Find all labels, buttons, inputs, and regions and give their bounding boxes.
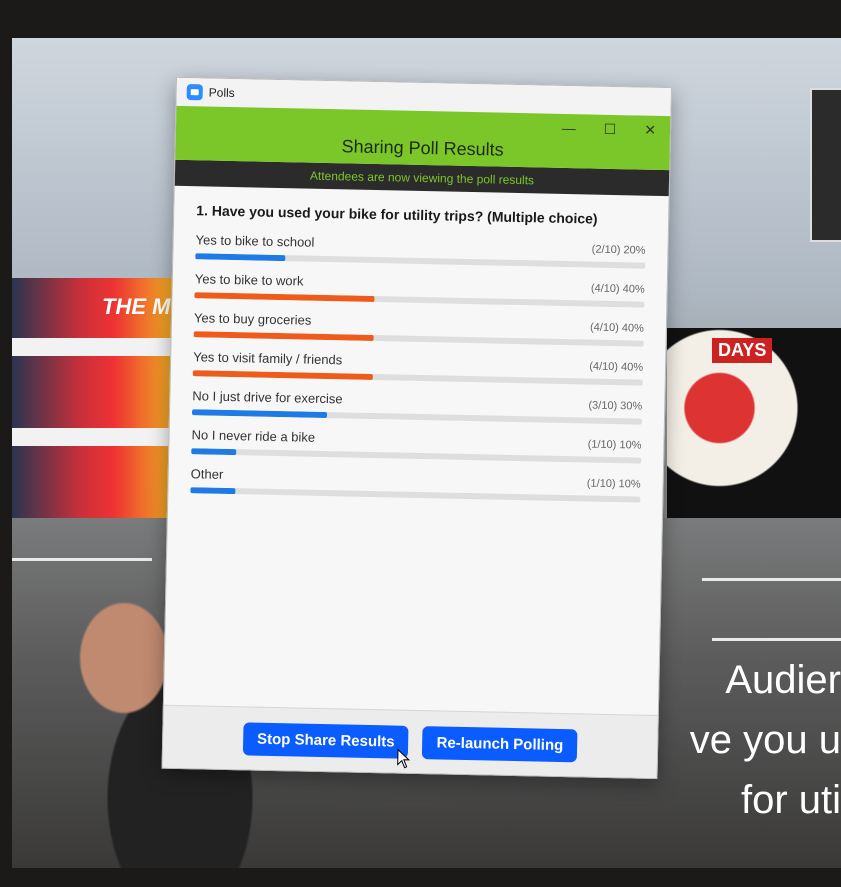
result-bar-fill xyxy=(192,370,373,380)
background-badge xyxy=(810,88,841,242)
option-result: (3/10) 30% xyxy=(588,399,643,413)
option-label: Yes to visit family / friends xyxy=(193,349,343,368)
option-result: (4/10) 40% xyxy=(590,282,645,296)
poll-options: Yes to bike to school (2/10) 20% Yes to … xyxy=(168,232,667,503)
maximize-icon[interactable]: ☐ xyxy=(604,121,617,138)
poll-option: Yes to visit family / friends (4/10) 40% xyxy=(192,349,644,386)
poll-header: — ☐ ✕ Sharing Poll Results xyxy=(175,105,671,171)
side-caption-line-2: ve you u xyxy=(689,718,841,762)
poll-option: Yes to buy groceries (4/10) 40% xyxy=(193,310,645,347)
result-bar xyxy=(191,409,642,425)
relaunch-polling-button[interactable]: Re-launch Polling xyxy=(422,725,578,762)
zoom-app-icon xyxy=(186,84,203,101)
side-caption-line-1: Audier xyxy=(725,658,841,702)
result-bar xyxy=(190,487,641,503)
days-sign: DAYS xyxy=(712,338,773,363)
result-bar xyxy=(192,370,643,386)
option-result: (4/10) 40% xyxy=(589,321,645,335)
option-result: (1/10) 10% xyxy=(586,477,641,491)
result-bar-fill xyxy=(195,253,286,262)
poll-option: No I just drive for exercise (3/10) 30% xyxy=(191,388,643,425)
poll-option: Other (1/10) 10% xyxy=(190,466,641,503)
option-label: No I just drive for exercise xyxy=(192,388,343,407)
option-label: Other xyxy=(190,466,224,482)
side-caption-line-3: for uti xyxy=(740,778,841,822)
result-bar-fill xyxy=(191,448,237,456)
result-bar-fill xyxy=(191,409,328,419)
result-bar-fill xyxy=(190,487,236,495)
poll-footer: Stop Share Results Re-launch Polling xyxy=(162,704,658,779)
result-bar xyxy=(191,448,642,464)
result-bar-fill xyxy=(193,331,374,342)
minimize-icon[interactable]: — xyxy=(562,120,576,137)
poll-option: No I never ride a bike (1/10) 10% xyxy=(191,427,642,464)
window-controls: — ☐ ✕ xyxy=(562,120,657,139)
option-label: Yes to bike to school xyxy=(195,232,315,250)
close-icon[interactable]: ✕ xyxy=(644,122,656,139)
option-result: (1/10) 10% xyxy=(587,438,642,452)
result-bar xyxy=(193,331,644,347)
result-bar-fill xyxy=(194,292,375,303)
option-result: (4/10) 40% xyxy=(589,360,644,374)
window-title: Polls xyxy=(208,85,235,101)
stop-share-results-button[interactable]: Stop Share Results xyxy=(242,721,409,759)
polls-window: Polls — ☐ ✕ Sharing Poll Results Attende… xyxy=(161,76,672,780)
option-result: (2/10) 20% xyxy=(591,243,646,257)
result-bar xyxy=(194,292,645,308)
option-label: Yes to buy groceries xyxy=(193,310,312,328)
result-bar xyxy=(195,253,646,269)
option-label: Yes to bike to work xyxy=(194,271,304,289)
page-title: Sharing Poll Results xyxy=(341,136,504,160)
option-label: No I never ride a bike xyxy=(191,427,316,445)
poll-option: Yes to bike to work (4/10) 40% xyxy=(194,271,645,308)
mouse-pointer-icon xyxy=(397,748,411,769)
